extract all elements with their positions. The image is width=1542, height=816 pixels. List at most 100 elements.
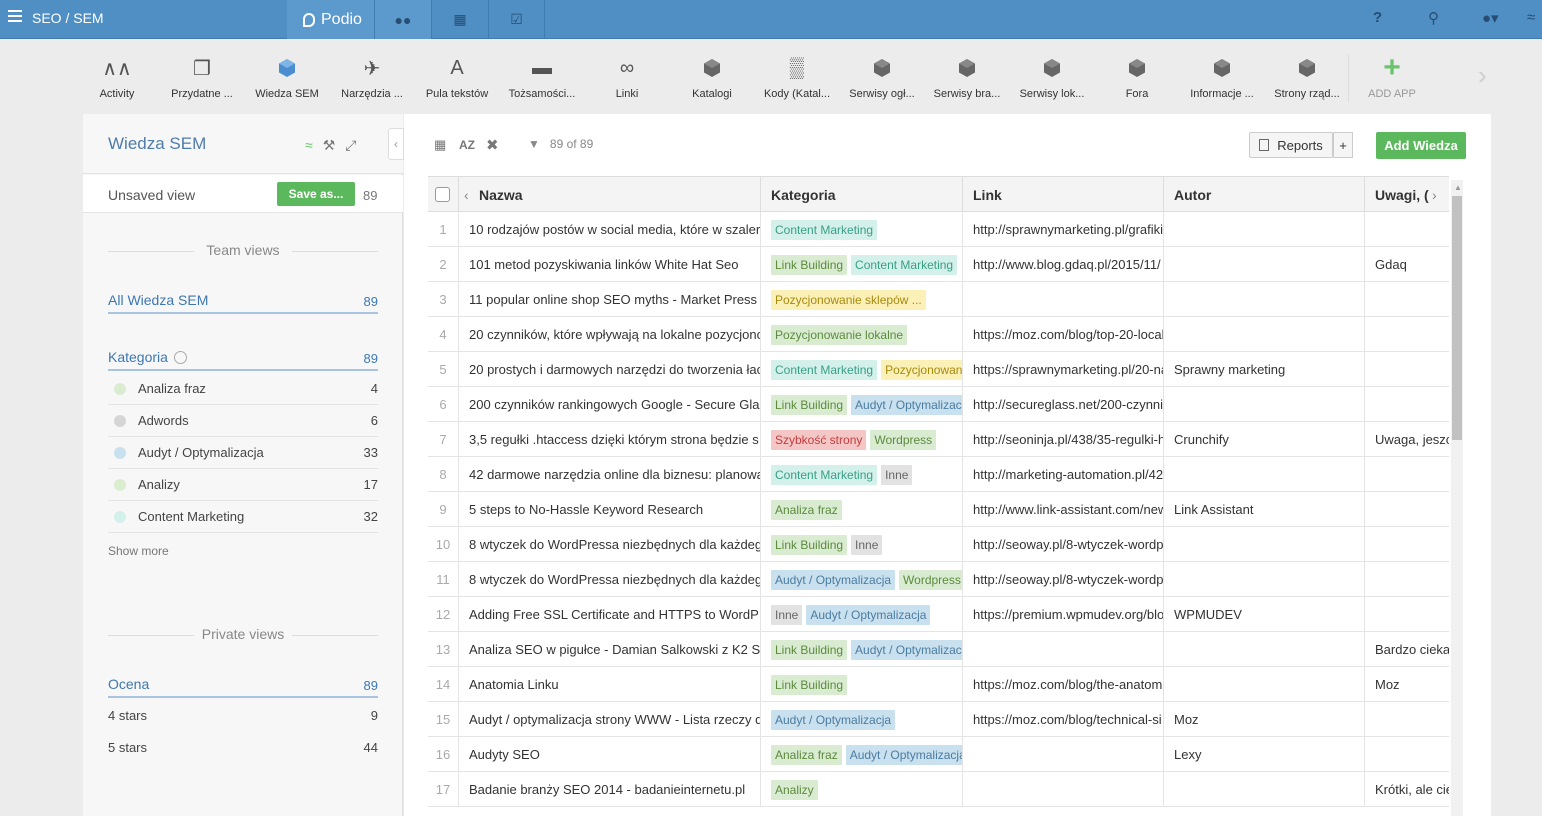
category-filter-item[interactable]: Adwords 6 (108, 405, 378, 437)
calendar-icon[interactable]: ▦ (431, 0, 488, 39)
item-name[interactable]: Anatomia Linku (459, 667, 761, 702)
help-icon[interactable]: ? (1373, 9, 1382, 26)
app-tab[interactable]: Serwisy bra... (926, 54, 1008, 100)
item-name[interactable]: 10 rodzajów postów w social media, które… (459, 212, 761, 247)
category-tag[interactable]: Analiza fraz (771, 745, 842, 765)
reports-button[interactable]: Reports (1249, 132, 1333, 158)
app-tab[interactable]: Strony rząd... (1266, 54, 1348, 100)
table-row[interactable]: 14 Anatomia Linku Link Building https://moz… (428, 667, 1449, 702)
add-wiedza-button[interactable]: Add Wiedza (1376, 132, 1466, 159)
category-tag[interactable]: Content Marketing (771, 465, 878, 485)
app-tab[interactable]: Wiedza SEM (246, 54, 328, 100)
show-more-link[interactable]: Show more (108, 544, 169, 558)
item-name[interactable]: 20 prostych i darmowych narzędzi do twor… (459, 352, 761, 387)
item-name[interactable]: Analiza SEO w pigułce - Damian Salkowski… (459, 632, 761, 667)
item-name[interactable]: Adding Free SSL Certificate and HTTPS to… (459, 597, 761, 632)
category-tag[interactable]: Inne (851, 535, 883, 555)
category-tag[interactable]: Content Marketing (771, 360, 878, 380)
item-link[interactable]: http://sprawnymarketing.pl/grafiki (963, 212, 1164, 247)
app-tab[interactable]: Serwisy lok... (1011, 54, 1093, 100)
app-title[interactable]: Wiedza SEM (108, 134, 206, 154)
item-link[interactable]: http://secureglass.net/200-czynni (963, 387, 1164, 422)
app-tab[interactable]: ❐ Przydatne ... (161, 54, 243, 101)
app-tab[interactable]: ∧∧ Activity (76, 54, 158, 101)
add-report-button[interactable]: + (1333, 132, 1353, 158)
item-name[interactable]: 101 metod pozyskiwania linków White Hat … (459, 247, 761, 282)
item-name[interactable]: Audyt / optymalizacja strony WWW - Lista… (459, 702, 761, 737)
table-row[interactable]: 2 101 metod pozyskiwania linków White Hat… (428, 247, 1449, 282)
category-tag[interactable]: Link Building (771, 395, 848, 415)
item-link[interactable]: http://marketing-automation.pl/42 (963, 457, 1164, 492)
rating-filter-item[interactable]: 5 stars 44 (108, 732, 378, 764)
table-row[interactable]: 3 11 popular online shop SEO myths - Mark… (428, 282, 1449, 317)
table-row[interactable]: 11 8 wtyczek do WordPressa niezbędnych dl… (428, 562, 1449, 597)
table-row[interactable]: 13 Analiza SEO w pigułce - Damian Salkows… (428, 632, 1449, 667)
rss-icon[interactable]: ≈ (1527, 9, 1535, 26)
item-link[interactable]: https://premium.wpmudev.org/blo (963, 597, 1164, 632)
fullscreen-icon[interactable]: ⤢ (345, 137, 366, 153)
column-header-kategoria[interactable]: Kategoria (761, 177, 963, 212)
category-tag[interactable]: Link Building (771, 535, 848, 555)
hamburger-menu-icon[interactable] (8, 10, 22, 22)
category-tag[interactable]: Wordpress (870, 430, 937, 450)
category-filter-item[interactable]: Analiza fraz 4 (108, 373, 378, 405)
item-name[interactable]: Badanie branży SEO 2014 - badanieinterne… (459, 772, 761, 807)
scroll-up-icon[interactable]: ▲ (1454, 183, 1462, 192)
app-tab[interactable]: A Pula tekstów (416, 54, 498, 101)
item-name[interactable]: 11 popular online shop SEO myths - Marke… (459, 282, 761, 317)
column-layout-icon[interactable]: ▦ (434, 137, 446, 153)
filter-ocena[interactable]: Ocena 89 (108, 674, 378, 698)
category-tag[interactable]: Content Marketing (851, 255, 958, 275)
scroll-right-icon[interactable]: › (1432, 187, 1437, 203)
category-tag[interactable]: Pozycjonowan (881, 360, 962, 380)
item-link[interactable] (963, 772, 1164, 807)
item-link[interactable]: https://moz.com/blog/top-20-local (963, 317, 1164, 352)
tools-icon[interactable]: ✖ (486, 136, 499, 154)
table-row[interactable]: 8 42 darmowe narzędzia online dla biznesu… (428, 457, 1449, 492)
app-tab[interactable]: Serwisy ogł... (841, 54, 923, 100)
table-row[interactable]: 17 Badanie branży SEO 2014 - badanieinter… (428, 772, 1449, 807)
item-name[interactable]: 200 czynników rankingowych Google - Secu… (459, 387, 761, 422)
category-tag[interactable]: Audyt / Optymalizacja (771, 570, 896, 590)
user-menu-icon[interactable]: ●▾ (1482, 9, 1499, 27)
category-filter-item[interactable]: Audyt / Optymalizacja 33 (108, 437, 378, 469)
category-tag[interactable]: Analiza fraz (771, 500, 842, 520)
category-tag[interactable]: Audyt / Optymalizacja (771, 710, 896, 730)
search-icon[interactable]: ⚲ (1428, 9, 1439, 27)
table-row[interactable]: 6 200 czynników rankingowych Google - Sec… (428, 387, 1449, 422)
category-filter-item[interactable]: Analizy 17 (108, 469, 378, 501)
item-name[interactable]: 8 wtyczek do WordPressa niezbędnych dla … (459, 562, 761, 597)
app-tab[interactable]: Fora (1096, 54, 1178, 100)
app-tab[interactable]: ∞ Linki (586, 54, 668, 101)
column-header-link[interactable]: Link (963, 177, 1164, 212)
category-tag[interactable]: Inne (881, 465, 913, 485)
scroll-left-icon[interactable]: ‹ (464, 187, 469, 203)
category-tag[interactable]: Wordpress (899, 570, 962, 590)
item-name[interactable]: Audyty SEO (459, 737, 761, 772)
category-tag[interactable]: Audyt / Optymalizacja (845, 745, 962, 765)
tasks-icon[interactable]: ☑ (488, 0, 545, 39)
table-scrollbar[interactable]: ▲ (1451, 180, 1463, 816)
item-link[interactable] (963, 737, 1164, 772)
column-header-nazwa[interactable]: ‹ Nazwa (459, 177, 761, 212)
item-link[interactable]: http://seoninja.pl/438/35-regulki-h (963, 422, 1164, 457)
wrench-icon[interactable]: ⚒ (323, 137, 346, 153)
app-tab[interactable]: Katalogi (671, 54, 753, 100)
category-tag[interactable]: Analizy (771, 780, 818, 800)
category-tag[interactable]: Link Building (771, 675, 848, 695)
table-row[interactable]: 7 3,5 regułki .htaccess dzięki którym str… (428, 422, 1449, 457)
item-name[interactable]: 20 czynników, które wpływają na lokalne … (459, 317, 761, 352)
app-tab[interactable]: ▬ Tożsamości... (501, 54, 583, 101)
item-link[interactable]: https://moz.com/blog/technical-si (963, 702, 1164, 737)
next-apps-arrow-icon[interactable]: › (1478, 60, 1487, 91)
item-link[interactable]: http://www.link-assistant.com/new (963, 492, 1164, 527)
category-tag[interactable]: Pozycjonowanie sklepów ... (771, 290, 926, 310)
category-tag[interactable]: Link Building (771, 255, 848, 275)
table-row[interactable]: 16 Audyty SEO Analiza fraz Audyt / Optymali… (428, 737, 1449, 772)
column-header-autor[interactable]: Autor (1164, 177, 1365, 212)
category-tag[interactable]: Inne (771, 605, 803, 625)
sort-button[interactable]: AZ (459, 138, 475, 152)
item-name[interactable]: 3,5 regułki .htaccess dzięki którym stro… (459, 422, 761, 457)
item-link[interactable]: http://seoway.pl/8-wtyczek-wordp (963, 527, 1164, 562)
category-tag[interactable]: Link Building (771, 640, 848, 660)
